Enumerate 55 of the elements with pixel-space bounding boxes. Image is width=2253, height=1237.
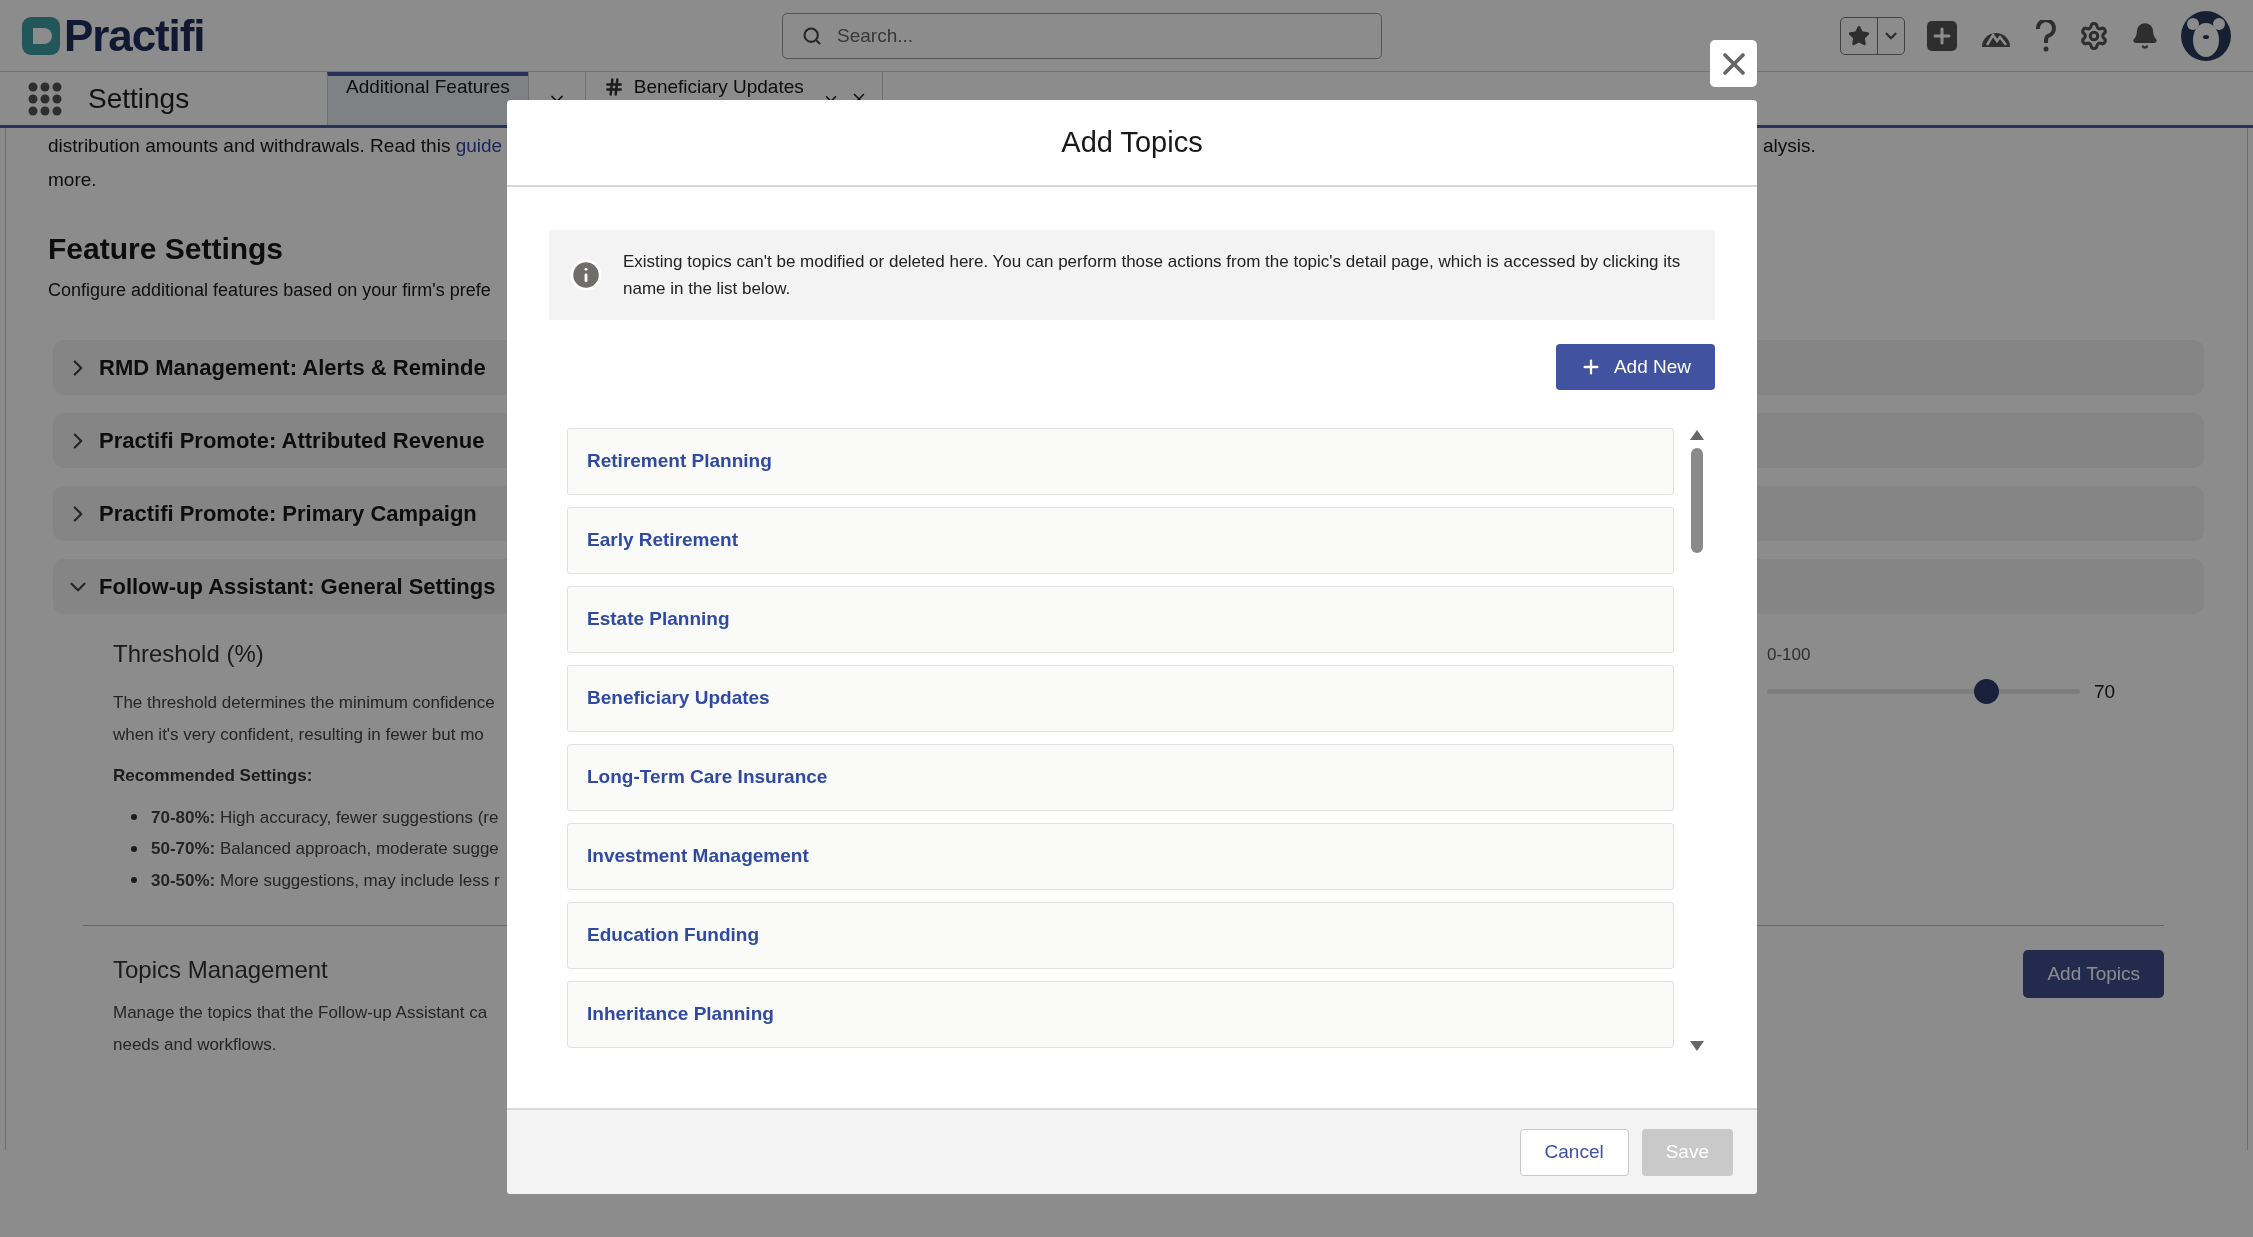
topic-link[interactable]: Beneficiary Updates (587, 684, 770, 713)
add-icon[interactable] (1927, 20, 1957, 51)
bullet-icon (131, 845, 137, 852)
add-topics-button[interactable]: Add Topics (2023, 950, 2164, 998)
topic-link[interactable]: Estate Planning (587, 605, 730, 634)
help-icon[interactable] (2035, 19, 2057, 52)
cancel-button[interactable]: Cancel (1519, 1128, 1629, 1176)
bullet-icon (131, 814, 137, 821)
guide-link[interactable]: guide (455, 135, 503, 156)
setting-title: Topics Management (113, 955, 329, 985)
topic-link[interactable]: Retirement Planning (587, 447, 772, 476)
scroll-down-icon[interactable] (1690, 1041, 1704, 1051)
intro-text-end: alysis. (1763, 134, 1817, 158)
section-subtitle: Configure additional features based on your firm's prefe (48, 279, 491, 302)
setting-description: needs and workflows. (113, 1033, 278, 1056)
info-icon (569, 258, 603, 292)
section-title: Feature Settings (48, 231, 284, 267)
recommended-label: Recommended Settings: (113, 765, 314, 787)
intro-text: more. (48, 167, 98, 192)
nav-tab[interactable]: Beneficiary Updates (585, 72, 822, 125)
settings-icon[interactable] (2079, 20, 2109, 51)
logo-icon (22, 16, 60, 55)
setting-description: Manage the topics that the Follow-up Assistant ca (113, 1002, 488, 1024)
scroll-up-icon[interactable] (1690, 430, 1704, 440)
search-icon (802, 25, 822, 46)
info-text: Existing topics can't be modified or deleted here. You can perform those actions from the topic's detail page, which is accessed by clicking its name in the list below. (623, 251, 1682, 300)
slider-thumb[interactable] (1974, 679, 2000, 705)
logo-text: Practifi (64, 13, 205, 58)
app-launcher-icon[interactable] (28, 81, 62, 116)
favorites-button[interactable] (1840, 16, 1905, 55)
topic-link[interactable]: Investment Management (587, 842, 809, 871)
bullet-text: 70-80%: High accuracy, fewer suggestions (re (151, 806, 499, 829)
slider-value: 70 (2094, 679, 2116, 704)
add-new-button[interactable]: Add New (1555, 344, 1715, 390)
notifications-icon[interactable] (2131, 21, 2159, 50)
avatar-icon[interactable] (2181, 10, 2231, 61)
nav-tab[interactable]: Additional Features (327, 72, 528, 125)
topic-link[interactable]: Education Funding (587, 921, 760, 950)
bullet-text: 30-50%: More suggestions, may include less r (151, 869, 500, 892)
app-name: Settings (88, 81, 190, 116)
close-button[interactable] (1710, 40, 1757, 87)
setting-description: The threshold determines the minimum confidence (113, 692, 496, 714)
setting-title: Threshold (%) (113, 639, 265, 669)
scrollbar-thumb[interactable] (1691, 448, 1703, 553)
modal-title: Add Topics (1061, 124, 1203, 160)
star-icon (1848, 24, 1870, 47)
setting-description: when it's very confident, resulting in fewer but mo (113, 723, 485, 746)
hash-icon (603, 77, 624, 97)
bullet-text: 50-70%: Balanced approach, moderate sugge (151, 838, 499, 860)
topic-link[interactable]: Long-Term Care Insurance (587, 763, 828, 792)
bullet-icon (131, 877, 137, 884)
range-label: 0-100 (1767, 644, 1812, 666)
topic-link[interactable]: Early Retirement (587, 526, 738, 555)
search-field[interactable]: Search... (782, 12, 1382, 59)
topic-link[interactable]: Inheritance Planning (587, 1000, 774, 1029)
